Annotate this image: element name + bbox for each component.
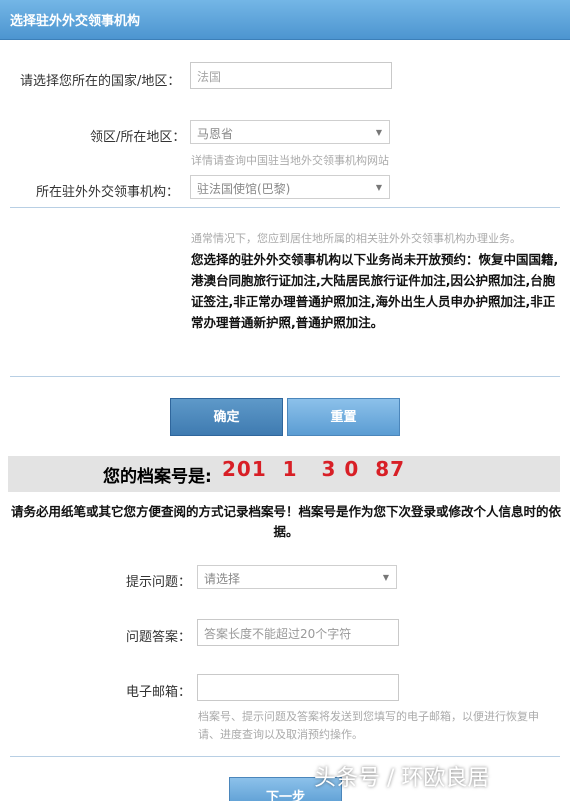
country-input[interactable]: 法国 (190, 62, 392, 89)
archive-label: 您的档案号是: (103, 467, 212, 487)
district-value: 马恩省 (197, 127, 234, 141)
email-label: 电子邮箱： (126, 685, 192, 700)
chevron-down-icon: ▼ (375, 128, 382, 137)
divider (10, 756, 560, 757)
notice-unavailable-services: 您选择的驻外外交领事机构以下业务尚未开放预约：恢复中国国籍,港澳台同胞旅行证加注… (191, 252, 559, 330)
question-label: 提示问题： (126, 575, 192, 590)
country-value: 法国 (197, 70, 222, 84)
answer-placeholder: 答案长度不能超过20个字符 (204, 627, 352, 641)
mission-label: 所在驻外外交领事机构： (36, 185, 180, 200)
confirm-button[interactable]: 确定 (170, 398, 283, 436)
question-value: 请选择 (204, 572, 241, 586)
reset-button[interactable]: 重置 (287, 398, 400, 436)
question-select[interactable]: 请选择 ▼ (197, 565, 397, 589)
mission-value: 驻法国使馆(巴黎) (197, 182, 291, 196)
archive-number: 201 1 3 0 87 (222, 457, 406, 481)
divider (10, 376, 560, 377)
chevron-down-icon: ▼ (382, 573, 389, 582)
district-select[interactable]: 马恩省 ▼ (190, 120, 390, 144)
divider (10, 207, 560, 208)
district-hint: 详情请查询中国驻当地外交领事机构网站 (191, 154, 389, 167)
answer-label: 问题答案： (126, 630, 192, 645)
email-hint: 档案号、提示问题及答案将发送到您填写的电子邮箱，以便进行恢复申请、进度查询以及取… (198, 710, 539, 741)
page-header: 选择驻外外交领事机构 (0, 0, 570, 40)
district-label: 领区/所在地区： (90, 130, 186, 145)
watermark: 头条号 / 环欧良居 (314, 766, 490, 791)
answer-input[interactable]: 答案长度不能超过20个字符 (197, 619, 399, 646)
chevron-down-icon: ▼ (375, 183, 382, 192)
page-title: 选择驻外外交领事机构 (10, 14, 141, 29)
mission-select[interactable]: 驻法国使馆(巴黎) ▼ (190, 175, 390, 199)
email-input[interactable] (197, 674, 399, 701)
archive-warning: 请务必用纸笔或其它您方便查阅的方式记录档案号！档案号是作为您下次登录或修改个人信… (10, 504, 561, 539)
notice-normal: 通常情况下，您应到居住地所属的相关驻外外交领事机构办理业务。 (191, 232, 521, 245)
country-label: 请选择您所在的国家/地区： (20, 74, 181, 89)
